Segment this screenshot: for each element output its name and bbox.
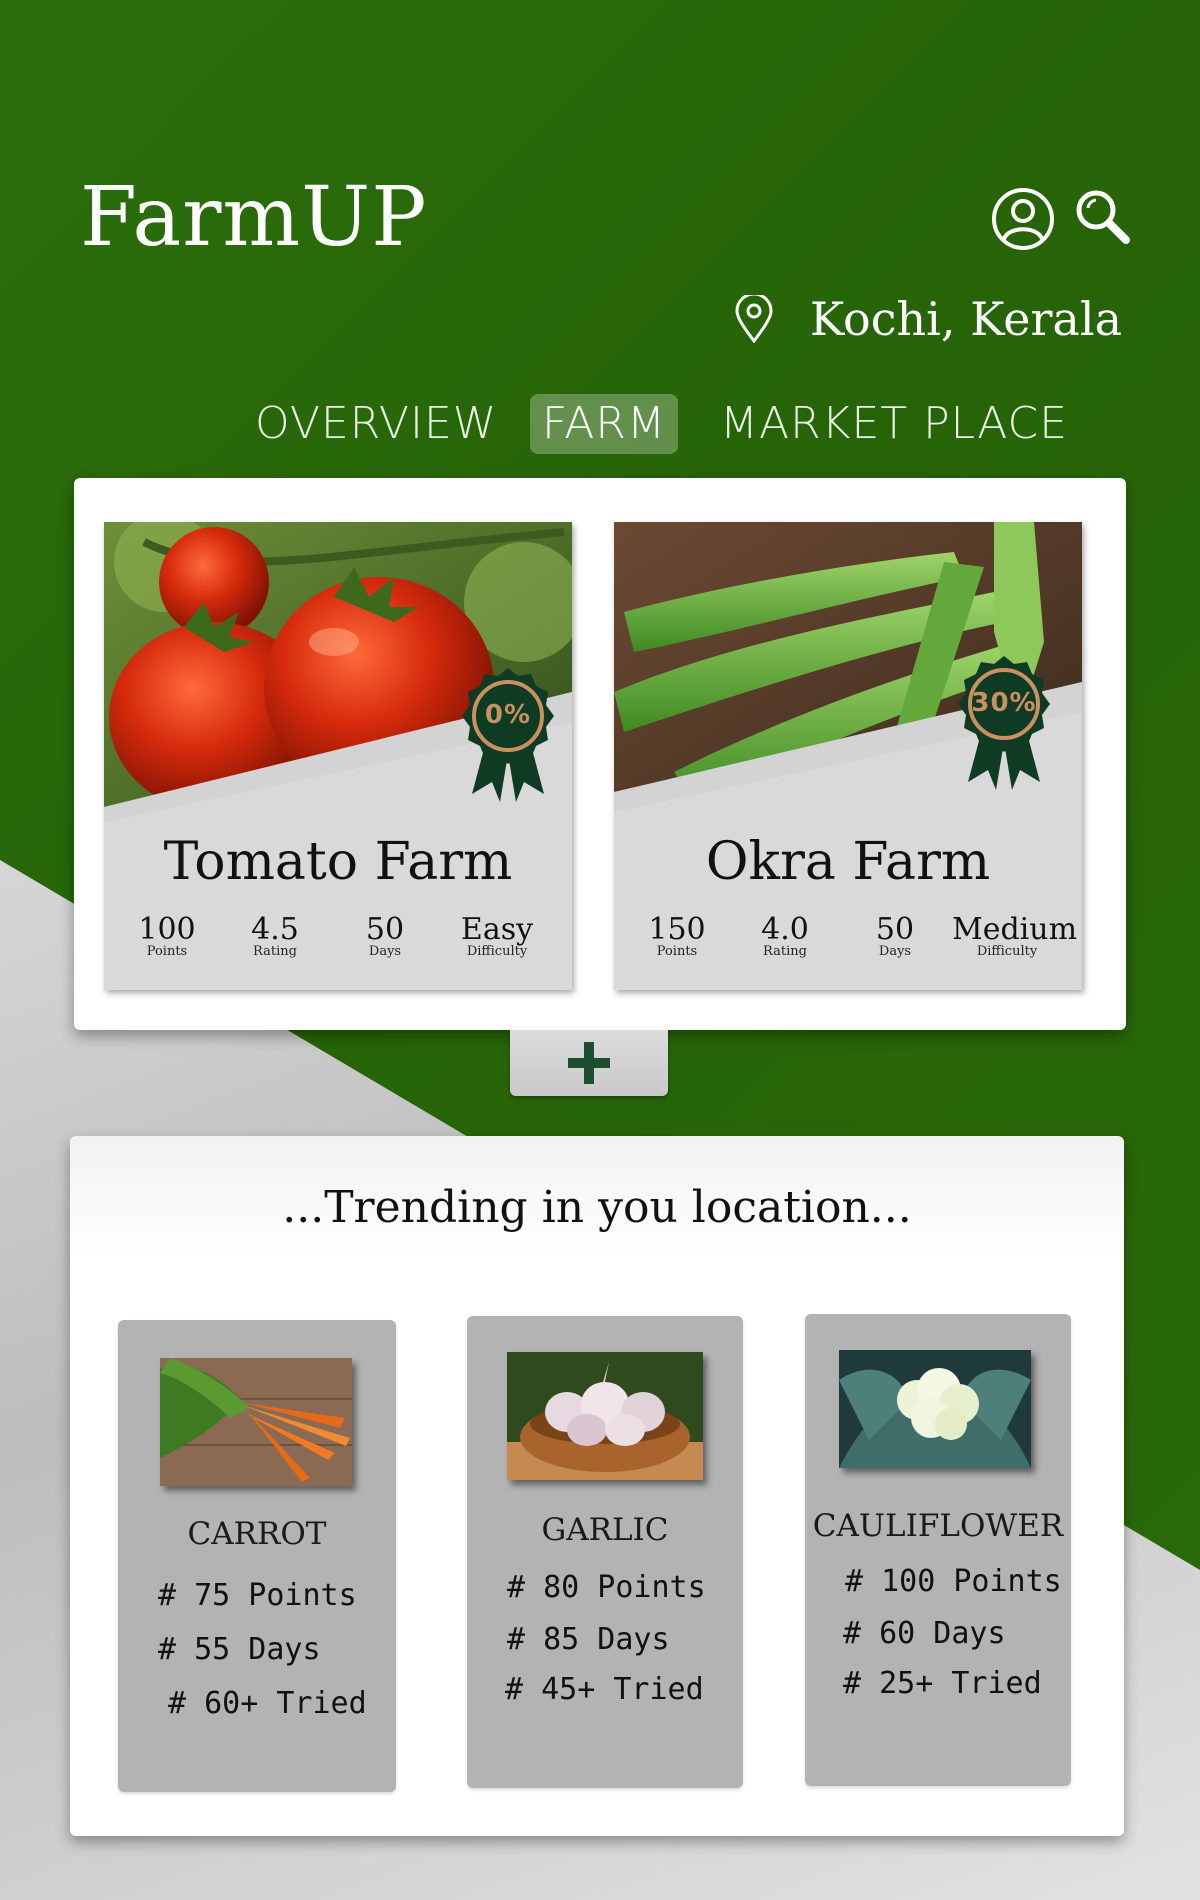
- stat-rating: 4.5 Rating: [251, 912, 299, 960]
- farm-name: Tomato Farm: [163, 832, 513, 892]
- trending-points: # 80 Points: [507, 1570, 706, 1605]
- trending-tried: # 25+ Tried: [843, 1666, 1042, 1701]
- trending-name: CARROT: [187, 1516, 327, 1552]
- trending-points: # 100 Points: [845, 1564, 1062, 1599]
- progress-badge: 0%: [452, 664, 564, 804]
- ribbon-badge-icon: [958, 656, 1050, 790]
- farm-panel: 0% Tomato Farm 100 Points 4.5 Rating 50 Day…: [74, 478, 1126, 1030]
- location-text: Kochi, Kerala: [809, 292, 1122, 346]
- carrot-image: [160, 1358, 352, 1486]
- farm-card-okra[interactable]: 30% Okra Farm 150 Points 4.0 Rating 50 Days…: [614, 522, 1082, 990]
- stat-points: 100 Points: [138, 912, 196, 960]
- cauliflower-image: [839, 1350, 1031, 1468]
- stat-days: 50 Days: [875, 912, 915, 960]
- tab-bar: OVERVIEW FARM MARKET PLACE: [0, 394, 1200, 454]
- trending-days: # 85 Days: [507, 1622, 670, 1657]
- trending-card-carrot[interactable]: CARROT # 75 Points # 55 Days # 60+ Tried: [118, 1320, 396, 1792]
- farm-card-tomato[interactable]: 0% Tomato Farm 100 Points 4.5 Rating 50 Day…: [104, 522, 572, 990]
- user-icon[interactable]: [990, 186, 1056, 252]
- trending-name: CAULIFLOWER: [812, 1508, 1064, 1544]
- trending-card-garlic[interactable]: GARLIC # 80 Points # 85 Days # 45+ Tried: [467, 1316, 743, 1788]
- stat-difficulty: Easy Difficulty: [460, 912, 534, 960]
- progress-text: 30%: [971, 688, 1037, 718]
- search-icon[interactable]: [1072, 186, 1132, 246]
- progress-text: 0%: [484, 700, 532, 730]
- trending-title: ...Trending in you location...: [282, 1182, 912, 1233]
- trending-days: # 60 Days: [843, 1616, 1006, 1651]
- trending-tried: # 45+ Tried: [505, 1672, 704, 1707]
- progress-badge: 30%: [948, 652, 1060, 792]
- garlic-image: [507, 1352, 703, 1480]
- tab-overview[interactable]: OVERVIEW: [255, 394, 497, 454]
- trending-points: # 75 Points: [158, 1578, 357, 1613]
- trending-panel: ...Trending in you location... CARROT # …: [70, 1136, 1124, 1836]
- tab-market-place[interactable]: MARKET PLACE: [720, 394, 1068, 454]
- stat-points: 150 Points: [648, 912, 706, 960]
- tab-farm[interactable]: FARM: [530, 394, 678, 454]
- ribbon-badge-icon: [462, 668, 554, 802]
- location[interactable]: Kochi, Kerala: [734, 292, 1122, 346]
- stat-days: 50 Days: [365, 912, 405, 960]
- stat-difficulty: Medium Difficulty: [952, 912, 1078, 960]
- farm-stats: 150 Points 4.0 Rating 50 Days Medium Difficu…: [614, 914, 1082, 974]
- plus-icon: [568, 1042, 610, 1084]
- app-title: FarmUP: [80, 170, 428, 265]
- trending-days: # 55 Days: [158, 1632, 321, 1667]
- farm-name: Okra Farm: [705, 832, 991, 892]
- stat-rating: 4.0 Rating: [761, 912, 809, 960]
- location-pin-icon: [735, 295, 773, 343]
- farm-stats: 100 Points 4.5 Rating 50 Days Easy Difficult…: [104, 914, 572, 974]
- trending-card-cauliflower[interactable]: CAULIFLOWER # 100 Points # 60 Days # 25+…: [805, 1314, 1071, 1786]
- trending-tried: # 60+ Tried: [168, 1686, 367, 1721]
- trending-name: GARLIC: [541, 1512, 669, 1548]
- add-farm-button[interactable]: [510, 1030, 668, 1096]
